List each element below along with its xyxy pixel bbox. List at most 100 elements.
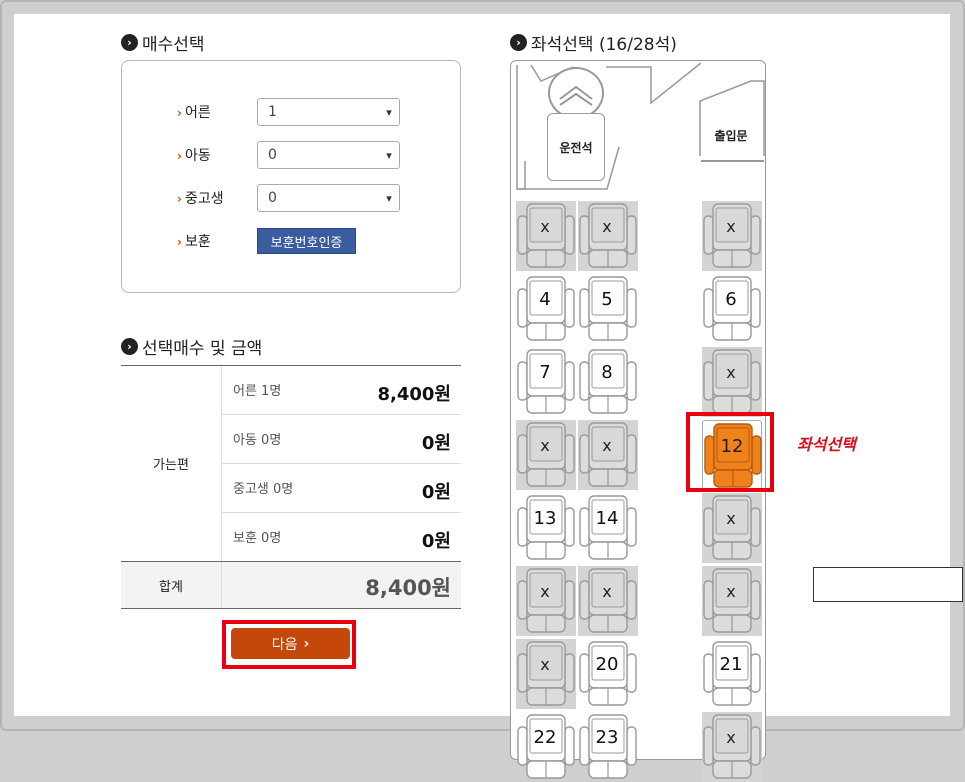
seat-number: 13 [533, 507, 557, 529]
seat[interactable]: 8 [578, 347, 638, 417]
seat-number: 7 [539, 361, 551, 383]
quantity-title-text: 매수선택 [142, 35, 205, 55]
seat-section-title: › 좌석선택 (16/28석) [510, 30, 677, 55]
chevron-down-icon: ▾ [386, 105, 392, 119]
seat-number: 23 [595, 726, 619, 748]
child-count-value: 0 [268, 147, 277, 163]
student-label: 중고생 [184, 191, 224, 207]
seat-number: 21 [719, 653, 743, 675]
seat: x [516, 201, 576, 271]
price-row-label: 중고생 0명 [233, 482, 294, 497]
price-row-adult: 어른 1명 8,400원 [222, 366, 461, 415]
next-button-label: 다음 [271, 636, 298, 653]
seat-number: 14 [595, 507, 619, 529]
seat-number: x [602, 216, 612, 236]
seat-number: x [540, 654, 550, 674]
seat: x [702, 201, 762, 271]
seat: x [702, 712, 762, 782]
child-label: 아동 [184, 148, 211, 164]
seat-title-text: 좌석선택 (16/28석) [531, 35, 677, 55]
seat[interactable]: 14 [578, 493, 638, 563]
seat-number: x [540, 581, 550, 601]
price-row-label: 보훈 0명 [233, 531, 282, 546]
seat[interactable]: 23 [578, 712, 638, 782]
seat[interactable]: 22 [516, 712, 576, 782]
seat-number: 8 [601, 361, 613, 383]
price-row-amount: 0원 [421, 531, 451, 552]
seat[interactable]: 4 [516, 274, 576, 344]
seat: x [516, 639, 576, 709]
price-row-amount: 0원 [421, 482, 451, 503]
summary-section-title: › 선택매수 및 금액 [121, 334, 262, 359]
veteran-cert-button[interactable]: 보훈번호인증 [257, 228, 356, 254]
seat: x [702, 347, 762, 417]
price-row-child: 아동 0명 0원 [222, 415, 461, 464]
driver-seat: 운전석 [547, 113, 605, 181]
seat[interactable]: 13 [516, 493, 576, 563]
bus-layout: 운전석 출입문 x x x 4 5 6 7 8 x x x 12 13 14 x x x x x 20 21 22 23 x [510, 60, 766, 782]
chevron-down-icon: ▾ [386, 148, 392, 162]
seat-number: x [602, 581, 612, 601]
price-row-student: 중고생 0명 0원 [222, 464, 461, 513]
seat: x [578, 566, 638, 636]
chevron-down-icon: ▾ [386, 191, 392, 205]
chevron-right-icon: › [177, 149, 182, 163]
seat: x [578, 420, 638, 490]
student-count-select[interactable]: 0 ▾ [257, 184, 400, 212]
selected-seat-highlight [686, 412, 774, 492]
veteran-label: 보훈 [184, 234, 211, 250]
seat[interactable]: 7 [516, 347, 576, 417]
seat-number: 22 [533, 726, 557, 748]
seat-number: x [726, 216, 736, 236]
price-row-label: 아동 0명 [233, 433, 282, 448]
seat-number: 6 [725, 288, 737, 310]
steering-wheel-icon [548, 67, 604, 119]
seat-number: x [602, 435, 612, 455]
seat-select-note: 좌석선택 [797, 435, 856, 454]
quantity-panel: › 어른 1 ▾ › 아동 0 ▾ › 중고생 0 ▾ › 보훈 보훈번호인증 [121, 60, 461, 293]
chevron-right-icon: › [177, 106, 182, 120]
seat: x [516, 566, 576, 636]
seat: x [702, 566, 762, 636]
seat: x [578, 201, 638, 271]
seat-number: x [726, 727, 736, 747]
total-label: 합계 [121, 562, 222, 608]
seat[interactable]: 21 [702, 639, 762, 709]
seat-number: 4 [539, 288, 551, 310]
adult-count-value: 1 [268, 104, 277, 120]
total-amount: 8,400원 [365, 576, 451, 600]
seat-number: x [540, 435, 550, 455]
seat: x [516, 420, 576, 490]
seat-number: 20 [595, 653, 619, 675]
chevron-circle-icon: › [121, 34, 138, 51]
student-count-value: 0 [268, 190, 277, 206]
chevron-right-icon: › [177, 192, 182, 206]
child-count-select[interactable]: 0 ▾ [257, 141, 400, 169]
seat[interactable]: 5 [578, 274, 638, 344]
chevron-right-icon: › [177, 235, 182, 249]
summary-title-text: 선택매수 및 금액 [142, 339, 263, 359]
adult-label: 어른 [184, 105, 211, 121]
chevron-circle-icon: › [121, 338, 138, 355]
seat-number: x [726, 508, 736, 528]
price-total-row: 합계 8,400원 [121, 561, 461, 609]
price-row-amount: 0원 [421, 433, 451, 454]
adult-count-select[interactable]: 1 ▾ [257, 98, 400, 126]
empty-tooltip-box [813, 567, 963, 602]
trip-label: 가는편 [121, 366, 222, 561]
seat[interactable]: 20 [578, 639, 638, 709]
next-button[interactable]: 다음 › [231, 628, 350, 659]
seat[interactable]: 6 [702, 274, 762, 344]
chevron-circle-icon: › [510, 34, 527, 51]
seat-number: x [726, 362, 736, 382]
price-summary-table: 가는편 어른 1명 8,400원 아동 0명 0원 중고생 0명 0원 보훈 0… [121, 365, 461, 609]
price-row-label: 어른 1명 [233, 384, 282, 399]
seat-number: x [726, 581, 736, 601]
price-row-veteran: 보훈 0명 0원 [222, 513, 461, 562]
quantity-row-student: › 중고생 0 ▾ [177, 184, 400, 212]
quantity-row-child: › 아동 0 ▾ [177, 141, 400, 169]
quantity-section-title: › 매수선택 [121, 30, 205, 55]
seat: x [702, 493, 762, 563]
quantity-row-adult: › 어른 1 ▾ [177, 98, 400, 126]
price-row-amount: 8,400원 [377, 384, 452, 405]
